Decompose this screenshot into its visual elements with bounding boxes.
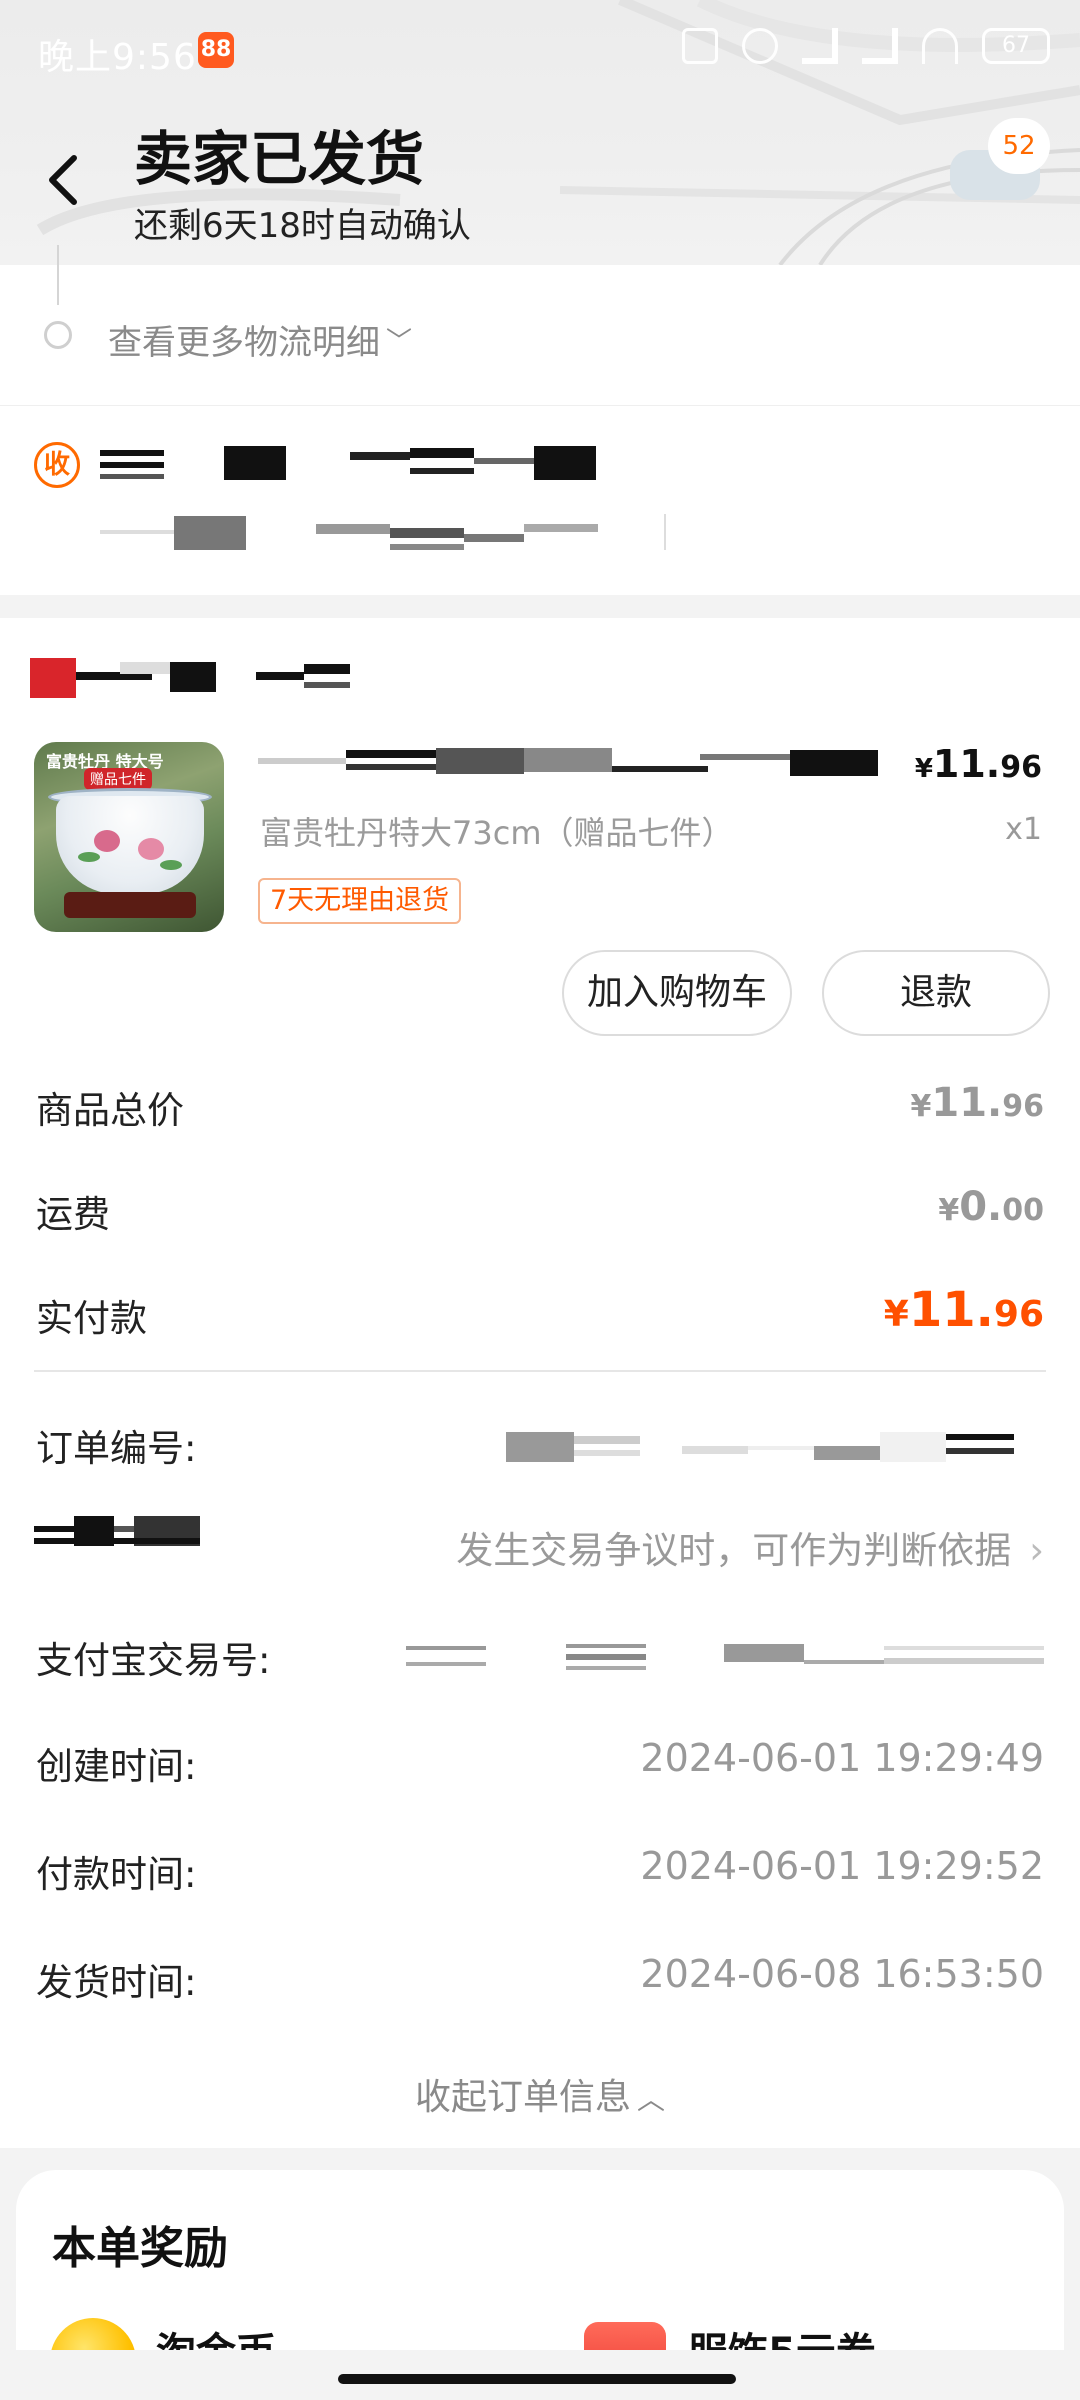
paid-time-row: 付款时间: 2024-06-01 19:29:52 — [36, 1844, 1044, 1904]
order-number-row[interactable]: 订单编号: — [36, 1418, 1044, 1478]
goods-total-row: 商品总价 ¥11.96 — [36, 1080, 1044, 1140]
shipping-label: 运费 — [36, 1193, 110, 1236]
redacted-receiver-name — [100, 444, 600, 484]
signal-icon — [802, 28, 838, 64]
wifi-icon — [922, 28, 958, 64]
mute-icon — [742, 28, 778, 64]
shipping-value: ¥0.00 — [938, 1184, 1044, 1230]
paid-amount-row: 实付款 ¥11.96 — [36, 1282, 1044, 1348]
product-price: ¥11.96 — [914, 742, 1042, 786]
shipped-time-row: 发货时间: 2024-06-08 16:53:50 — [36, 1952, 1044, 2012]
paid-amount-label: 实付款 — [36, 1297, 147, 1340]
redacted-receiver-address — [100, 514, 700, 554]
redacted-alipay-number[interactable] — [406, 1640, 1046, 1674]
order-number-label: 订单编号: — [36, 1427, 197, 1470]
timeline-dot — [44, 321, 72, 349]
created-time-label: 创建时间: — [36, 1745, 197, 1788]
dispute-hint[interactable]: 发生交易争议时，可作为判断依据 › — [456, 1520, 1044, 1574]
status-time: 晚上9:56 — [38, 37, 197, 78]
add-to-cart-button[interactable]: 加入购物车 — [562, 950, 792, 1036]
created-time-row: 创建时间: 2024-06-01 19:29:49 — [36, 1736, 1044, 1796]
reward-title: 本单奖励 — [52, 2223, 228, 2274]
created-time-value: 2024-06-01 19:29:49 — [640, 1736, 1044, 1780]
gesture-bar[interactable] — [338, 2374, 736, 2384]
status-bar: 晚上9:56 88 67 — [0, 0, 1080, 96]
logistics-detail-link[interactable]: 查看更多物流明细 ﹀ — [108, 315, 412, 364]
product-thumbnail[interactable]: 富贵牡丹 特大号 赠品七件 — [34, 742, 224, 932]
thumb-gift-badge: 赠品七件 — [84, 768, 152, 790]
refund-button[interactable]: 退款 — [822, 950, 1050, 1036]
receiver-icon: 收 — [34, 442, 80, 488]
paid-time-label: 付款时间: — [36, 1853, 197, 1896]
peony-flower — [94, 830, 120, 852]
app-notification-icon: 88 — [198, 32, 234, 68]
goods-total-label: 商品总价 — [36, 1089, 184, 1132]
timeline-line — [57, 245, 59, 305]
address-section[interactable]: 收 — [0, 405, 1080, 595]
chevron-right-icon: › — [1029, 1529, 1044, 1572]
paid-time-value: 2024-06-01 19:29:52 — [640, 1844, 1044, 1888]
system-icons: 67 — [682, 28, 1050, 64]
chevron-up-icon: ︿ — [637, 2083, 666, 2116]
auto-confirm-countdown: 还剩6天18时自动确认 — [134, 206, 471, 246]
logistics-section[interactable]: 查看更多物流明细 ﹀ — [0, 245, 1080, 405]
redacted-order-number[interactable] — [506, 1426, 1046, 1462]
shipped-time-value: 2024-06-08 16:53:50 — [640, 1952, 1044, 1996]
leaf — [160, 860, 182, 870]
signal-icon-2 — [862, 28, 898, 64]
redacted-copy-button[interactable] — [34, 1512, 200, 1552]
wooden-stand — [64, 892, 196, 918]
message-count-badge[interactable]: 52 — [988, 118, 1050, 174]
battery-icon: 67 — [982, 28, 1050, 64]
collapse-order-info-button[interactable]: 收起订单信息 ︿ — [0, 2068, 1080, 2120]
back-arrow-icon[interactable] — [40, 150, 88, 210]
alipay-number-label: 支付宝交易号: — [36, 1639, 271, 1682]
page-title: 卖家已发货 — [134, 125, 425, 193]
redacted-product-title[interactable] — [258, 746, 878, 780]
shipping-row: 运费 ¥0.00 — [36, 1184, 1044, 1244]
redacted-shop-name[interactable] — [30, 658, 360, 698]
shipped-time-label: 发货时间: — [36, 1961, 197, 2004]
paid-amount-value: ¥11.96 — [883, 1282, 1044, 1338]
leaf — [78, 852, 100, 862]
product-quantity: x1 — [1005, 812, 1042, 847]
seven-day-return-tag: 7天无理由退货 — [258, 878, 462, 924]
product-spec: 富贵牡丹特大73cm（赠品七件） — [260, 814, 734, 852]
divider — [34, 1370, 1046, 1372]
peony-flower — [138, 838, 164, 860]
alipay-number-row[interactable]: 支付宝交易号: — [36, 1630, 1044, 1690]
goods-total-value: ¥11.96 — [910, 1080, 1044, 1126]
header-map: 晚上9:56 88 67 卖家已发货 还剩6天18时自动确认 52 — [0, 0, 1080, 265]
chevron-down-icon: ﹀ — [386, 327, 413, 357]
bowl-body — [56, 796, 204, 894]
nfc-icon — [682, 28, 718, 64]
